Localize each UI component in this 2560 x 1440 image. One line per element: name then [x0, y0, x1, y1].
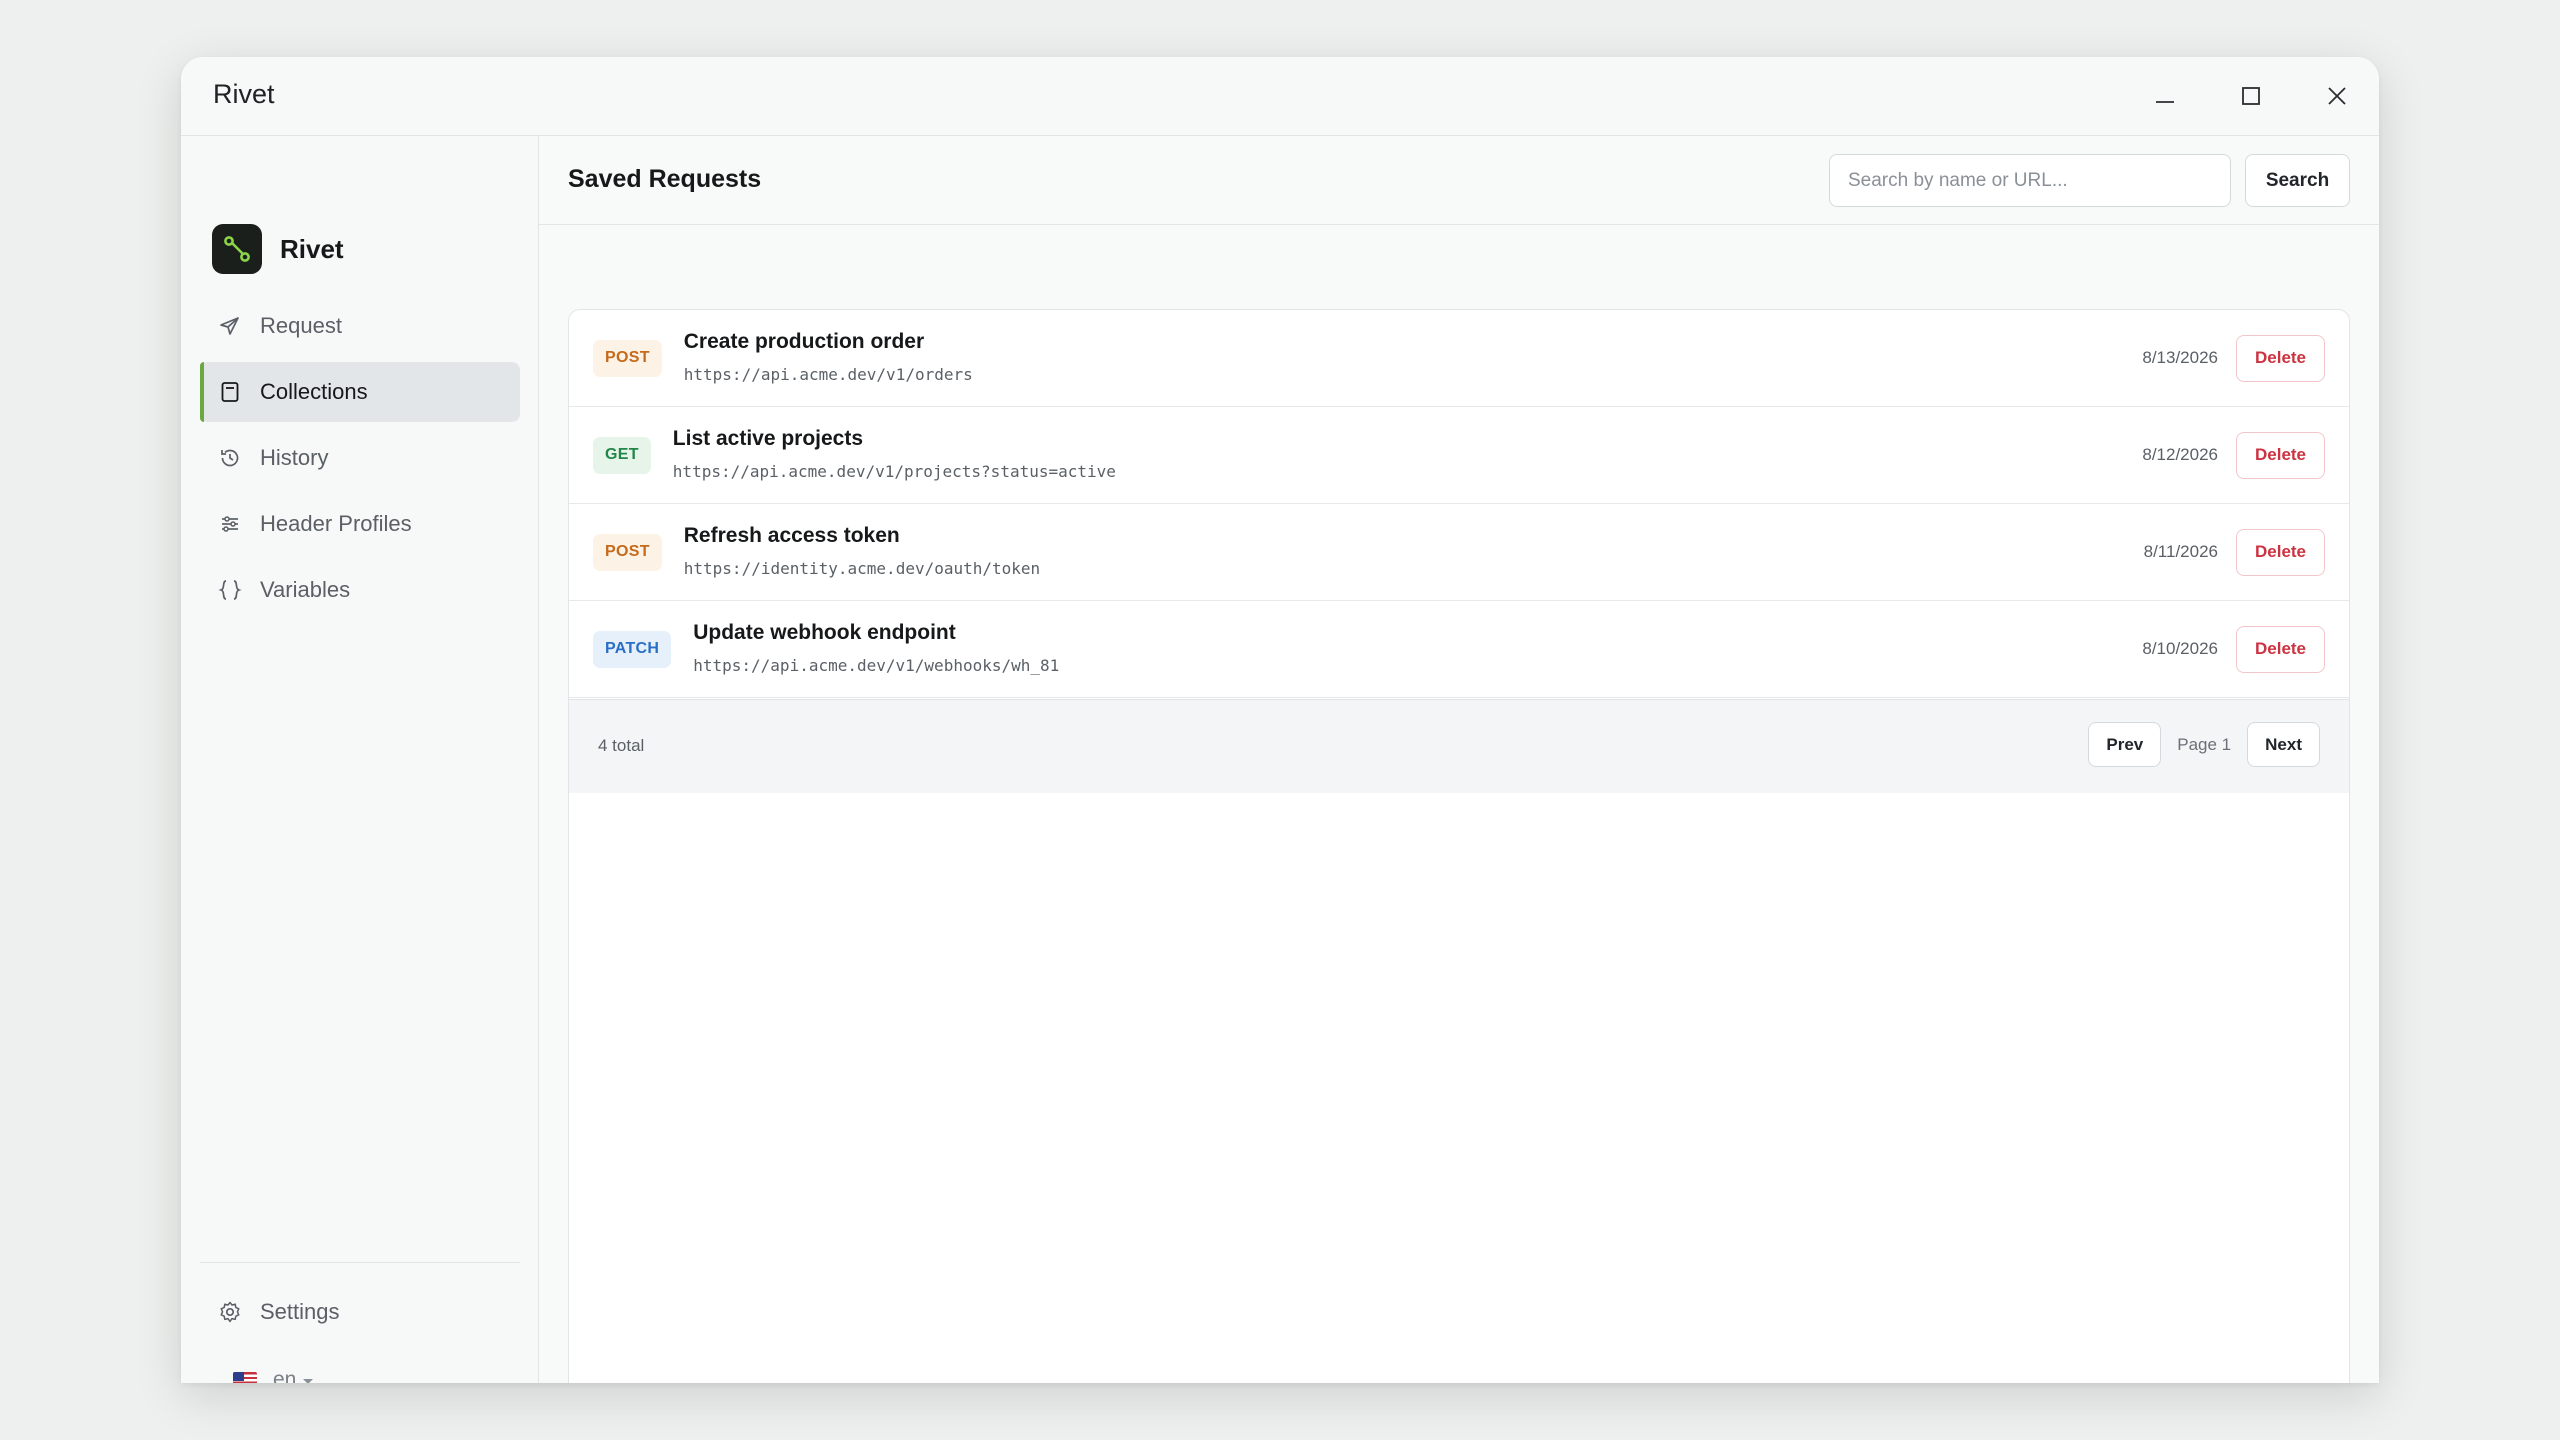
- saved-requests-list: POST Create production order https://api…: [568, 309, 2350, 1383]
- close-button[interactable]: [2307, 71, 2367, 121]
- search-input[interactable]: [1829, 154, 2231, 207]
- pagination-bar: 4 total Prev Page 1 Next: [569, 699, 2349, 793]
- page-title: Saved Requests: [568, 165, 762, 193]
- delete-button[interactable]: Delete: [2236, 625, 2325, 673]
- request-date: 8/11/2026: [2143, 542, 2218, 561]
- request-url: https://api.acme.dev/v1/orders: [683, 365, 973, 384]
- method-badge: GET: [593, 436, 651, 474]
- request-url: https://api.acme.dev/v1/projects?status=…: [672, 462, 1116, 481]
- maximize-icon: [2242, 87, 2260, 105]
- sidebar-item-history[interactable]: History: [200, 428, 520, 488]
- method-badge: POST: [593, 533, 662, 571]
- request-name: List active projects: [672, 427, 864, 450]
- route-icon: [224, 236, 250, 262]
- brand: Rivet: [212, 223, 344, 275]
- braces-icon: [217, 577, 243, 603]
- prev-page-button[interactable]: Prev: [2088, 722, 2162, 767]
- request-info: List active projects https://api.acme.de…: [672, 427, 1116, 481]
- request-name: Create production order: [683, 330, 925, 353]
- sidebar-nav: Request Collections History Header Profi…: [200, 296, 520, 626]
- request-url: https://api.acme.dev/v1/webhooks/wh_81: [693, 656, 1060, 675]
- sidebar-item-label: Request: [260, 313, 342, 338]
- minimize-icon: [2156, 101, 2174, 103]
- request-info: Create production order https://api.acme…: [683, 330, 973, 384]
- search-button[interactable]: Search: [2245, 154, 2350, 207]
- bookmark-book-icon: [217, 379, 243, 405]
- sidebar-divider: [200, 1262, 520, 1263]
- request-date: 8/10/2026: [2142, 639, 2218, 658]
- app-logo: [212, 224, 262, 274]
- title-bar: Rivet: [181, 57, 2379, 136]
- sidebar-item-collections[interactable]: Collections: [200, 362, 520, 422]
- row-actions: 8/13/2026 Delete: [2142, 310, 2325, 406]
- sidebar-item-label: Collections: [260, 379, 368, 404]
- request-info: Refresh access token https://identity.ac…: [683, 524, 1041, 578]
- send-icon: [217, 313, 243, 339]
- chevron-down-icon: [303, 1378, 314, 1383]
- row-actions: 8/11/2026 Delete: [2144, 504, 2325, 600]
- sidebar-item-label: History: [260, 445, 329, 470]
- list-item[interactable]: PATCH Update webhook endpoint https://ap…: [569, 601, 2349, 698]
- brand-name: Rivet: [280, 233, 344, 264]
- request-url: https://identity.acme.dev/oauth/token: [683, 559, 1041, 578]
- settings-label: Settings: [260, 1299, 340, 1324]
- language-code: en: [273, 1368, 297, 1383]
- list-item[interactable]: POST Create production order https://api…: [569, 310, 2349, 407]
- sidebar-item-settings[interactable]: Settings: [200, 1282, 520, 1342]
- main-content: Saved Requests Search POST Create produc…: [539, 136, 2379, 1383]
- method-badge: POST: [593, 339, 662, 377]
- main-header: Saved Requests Search: [539, 136, 2379, 225]
- list-item[interactable]: POST Refresh access token https://identi…: [569, 504, 2349, 601]
- sidebar: Rivet Request Collections History Header…: [181, 136, 539, 1383]
- history-icon: [217, 445, 243, 471]
- pagination-controls: Prev Page 1 Next: [2088, 722, 2320, 767]
- row-actions: 8/10/2026 Delete: [2142, 601, 2325, 697]
- settings-section: Settings: [200, 1282, 520, 1348]
- sliders-icon: [217, 511, 243, 537]
- list-item[interactable]: GET List active projects https://api.acm…: [569, 407, 2349, 504]
- request-name: Update webhook endpoint: [693, 621, 956, 644]
- language-selector[interactable]: en: [233, 1368, 314, 1383]
- sidebar-item-variables[interactable]: Variables: [200, 560, 520, 620]
- sidebar-item-header-profiles[interactable]: Header Profiles: [200, 494, 520, 554]
- next-page-button[interactable]: Next: [2247, 722, 2320, 767]
- request-info: Update webhook endpoint https://api.acme…: [693, 621, 1060, 675]
- gear-icon: [217, 1299, 243, 1325]
- delete-button[interactable]: Delete: [2236, 334, 2325, 382]
- sidebar-item-label: Header Profiles: [260, 511, 412, 536]
- sidebar-item-label: Variables: [260, 577, 351, 602]
- maximize-button[interactable]: [2221, 71, 2281, 121]
- delete-button[interactable]: Delete: [2236, 528, 2325, 576]
- row-actions: 8/12/2026 Delete: [2142, 407, 2325, 503]
- total-count: 4 total: [598, 736, 645, 755]
- us-flag-icon: [233, 1371, 257, 1383]
- close-icon: [2328, 87, 2346, 105]
- delete-button[interactable]: Delete: [2236, 431, 2325, 479]
- request-date: 8/12/2026: [2142, 445, 2218, 464]
- app-window: Rivet Rivet Request Collections History …: [181, 57, 2379, 1383]
- request-name: Refresh access token: [683, 524, 900, 547]
- minimize-button[interactable]: [2135, 71, 2195, 121]
- page-indicator: Page 1: [2177, 734, 2232, 754]
- request-date: 8/13/2026: [2142, 348, 2218, 367]
- method-badge: PATCH: [593, 630, 672, 668]
- window-title: Rivet: [213, 79, 275, 109]
- sidebar-item-request[interactable]: Request: [200, 296, 520, 356]
